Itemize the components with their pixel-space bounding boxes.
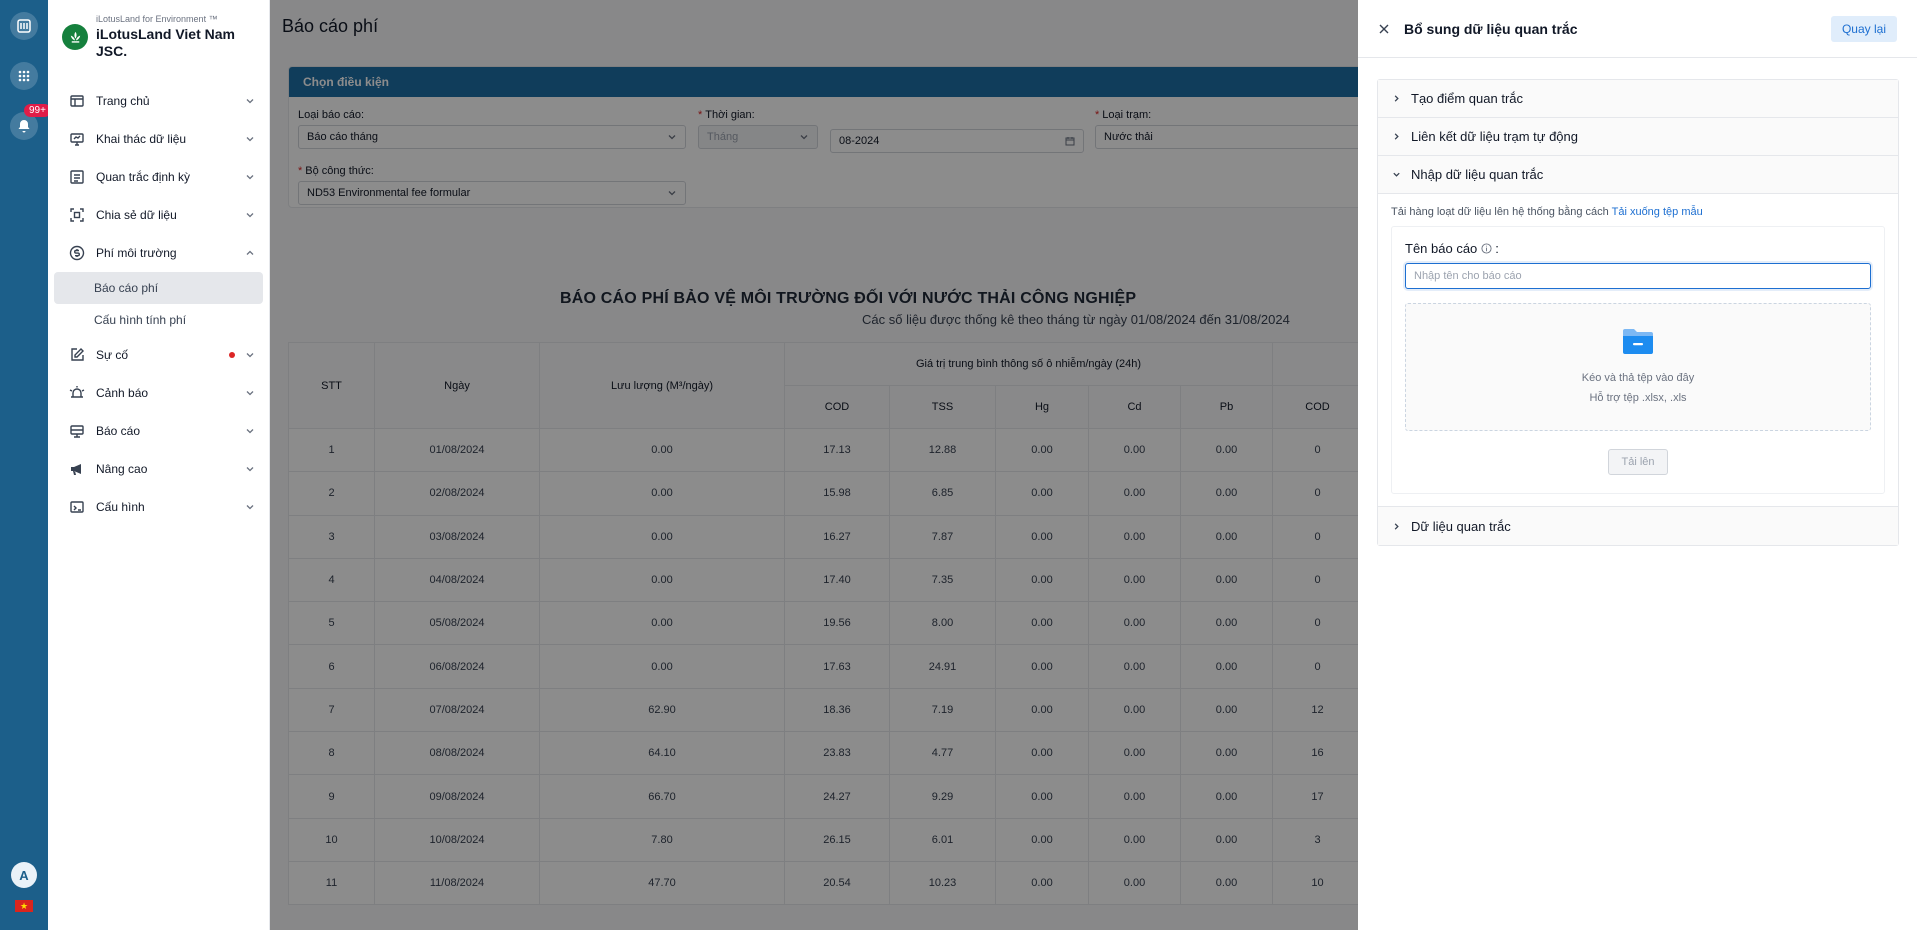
bell-icon — [68, 384, 86, 402]
sidebar-item-label: Quan trắc định kỳ — [96, 170, 191, 184]
list-icon — [68, 168, 86, 186]
sidebar-item-label: Báo cáo — [96, 424, 141, 438]
app-home-icon[interactable] — [10, 12, 38, 40]
chevron-down-icon — [246, 467, 254, 472]
user-avatar[interactable]: A — [11, 862, 37, 888]
incident-alert-dot — [229, 352, 235, 358]
report-name-label-text: Tên báo cáo — [1405, 241, 1478, 256]
panel-label: Dữ liệu quan trắc — [1411, 518, 1511, 534]
upload-button[interactable]: Tải lên — [1608, 449, 1668, 475]
sidebar-item-periodic-monitoring[interactable]: Quan trắc định kỳ — [48, 158, 269, 196]
panel-label: Nhập dữ liệu quan trắc — [1411, 167, 1544, 182]
panel-monitoring-data[interactable]: Dữ liệu quan trắc — [1378, 507, 1898, 545]
sidebar-item-config[interactable]: Cấu hình — [48, 488, 269, 526]
import-form: Tên báo cáo : Kéo và thả tệp vào đây Hỗ … — [1391, 226, 1885, 494]
upload-hint: Tải hàng loạt dữ liệu lên hệ thống bằng … — [1391, 206, 1885, 218]
panel-label: Tạo điểm quan trắc — [1411, 91, 1524, 106]
supplement-data-drawer: Bổ sung dữ liệu quan trắc Quay lại Tạo đ… — [1358, 0, 1917, 930]
report-name-colon: : — [1495, 241, 1499, 256]
back-button[interactable]: Quay lại — [1830, 15, 1897, 42]
chevron-down-icon — [246, 99, 254, 104]
chevron-right-icon — [1394, 133, 1399, 140]
brand-name: iLotusLand Viet Nam JSC. — [96, 26, 235, 59]
chevron-right-icon — [1394, 522, 1399, 530]
sidebar-item-label: Trang chủ — [96, 94, 150, 108]
close-icon[interactable] — [1378, 23, 1390, 35]
sidebar-item-warning[interactable]: Cảnh báo — [48, 374, 269, 412]
sidebar-item-label: Chia sẻ dữ liệu — [96, 208, 177, 222]
upload-hint-text: Tải hàng loạt dữ liệu lên hệ thống bằng … — [1391, 206, 1609, 218]
brand-subtitle: iLotusLand for Environment ™ — [96, 14, 218, 24]
chevron-down-icon — [246, 137, 254, 142]
lotus-logo-icon — [62, 24, 88, 50]
drawer-collapse: Tạo điểm quan trắc Liên kết dữ liệu trạm… — [1377, 79, 1899, 546]
sidebar-item-advanced[interactable]: Nâng cao — [48, 450, 269, 488]
chevron-up-icon — [246, 250, 254, 255]
chevron-down-icon — [246, 429, 254, 434]
sidebar-item-data-mining[interactable]: Khai thác dữ liệu — [48, 120, 269, 158]
sidebar-item-label: Cấu hình — [96, 500, 145, 514]
apps-grid-icon[interactable] — [10, 62, 38, 90]
brand: iLotusLand for Environment ™ iLotusLand … — [48, 0, 269, 68]
info-icon[interactable] — [1481, 243, 1492, 254]
sidebar-item-home[interactable]: Trang chủ — [48, 82, 269, 120]
chevron-down-icon — [246, 213, 254, 218]
printer-icon — [68, 422, 86, 440]
dropzone-text: Kéo và thả tệp vào đây — [1581, 372, 1695, 384]
sidebar-item-environment-fee[interactable]: Phí môi trường — [48, 234, 269, 272]
drawer-header: Bổ sung dữ liệu quan trắc Quay lại — [1358, 0, 1917, 58]
sidebar-item-label: Cảnh báo — [96, 386, 149, 400]
sidebar-subitem-fee-config[interactable]: Cấu hình tính phí — [54, 304, 263, 336]
language-flag-icon[interactable]: ★ — [15, 900, 33, 912]
layout-icon — [68, 92, 86, 110]
chevron-down-icon — [246, 353, 254, 358]
panel-label: Liên kết dữ liệu trạm tự động — [1411, 129, 1578, 144]
app-rail: 99+ A ★ — [0, 0, 51, 930]
dollar-icon — [68, 244, 86, 262]
sidebar-item-label: Nâng cao — [96, 462, 148, 476]
sidebar-subitem-fee-report[interactable]: Báo cáo phí — [54, 272, 263, 304]
chevron-down-icon — [1393, 172, 1400, 177]
monitor-icon — [68, 130, 86, 148]
panel-import-data[interactable]: Nhập dữ liệu quan trắc — [1378, 156, 1898, 194]
dropzone-support-text: Hỗ trợ tệp .xlsx, .xls — [1589, 392, 1687, 404]
edit-icon — [68, 346, 86, 364]
report-name-label: Tên báo cáo : — [1405, 241, 1871, 256]
drawer-title: Bổ sung dữ liệu quan trắc — [1404, 20, 1578, 37]
chevron-down-icon — [246, 175, 254, 180]
report-name-input[interactable] — [1405, 263, 1871, 289]
download-template-link[interactable]: Tải xuống tệp mẫu — [1612, 206, 1703, 218]
share-icon — [68, 206, 86, 224]
sidebar-item-label: Sự cố — [96, 348, 129, 362]
sidebar-menu: Trang chủ Khai thác dữ liệu Quan trắc đị… — [48, 82, 269, 526]
notification-bell-icon[interactable]: 99+ — [10, 104, 51, 140]
sidebar-item-report[interactable]: Báo cáo — [48, 412, 269, 450]
sidebar-item-label: Khai thác dữ liệu — [96, 132, 187, 146]
sidebar-item-data-sharing[interactable]: Chia sẻ dữ liệu — [48, 196, 269, 234]
import-panel-body: Tải hàng loạt dữ liệu lên hệ thống bằng … — [1378, 194, 1898, 507]
chevron-down-icon — [246, 391, 254, 396]
chevron-right-icon — [1394, 95, 1399, 102]
sidebar: iLotusLand for Environment ™ iLotusLand … — [48, 0, 270, 930]
file-dropzone[interactable]: Kéo và thả tệp vào đây Hỗ trợ tệp .xlsx,… — [1405, 303, 1871, 431]
sidebar-item-incident[interactable]: Sự cố — [48, 336, 269, 374]
panel-link-station[interactable]: Liên kết dữ liệu trạm tự động — [1378, 118, 1898, 156]
sidebar-item-label: Phí môi trường — [96, 246, 177, 260]
folder-icon — [1623, 329, 1653, 354]
gear-icon — [68, 498, 86, 516]
notification-badge: 99+ — [24, 104, 51, 117]
panel-create-point[interactable]: Tạo điểm quan trắc — [1378, 80, 1898, 118]
chevron-down-icon — [246, 505, 254, 510]
megaphone-icon — [68, 460, 86, 478]
